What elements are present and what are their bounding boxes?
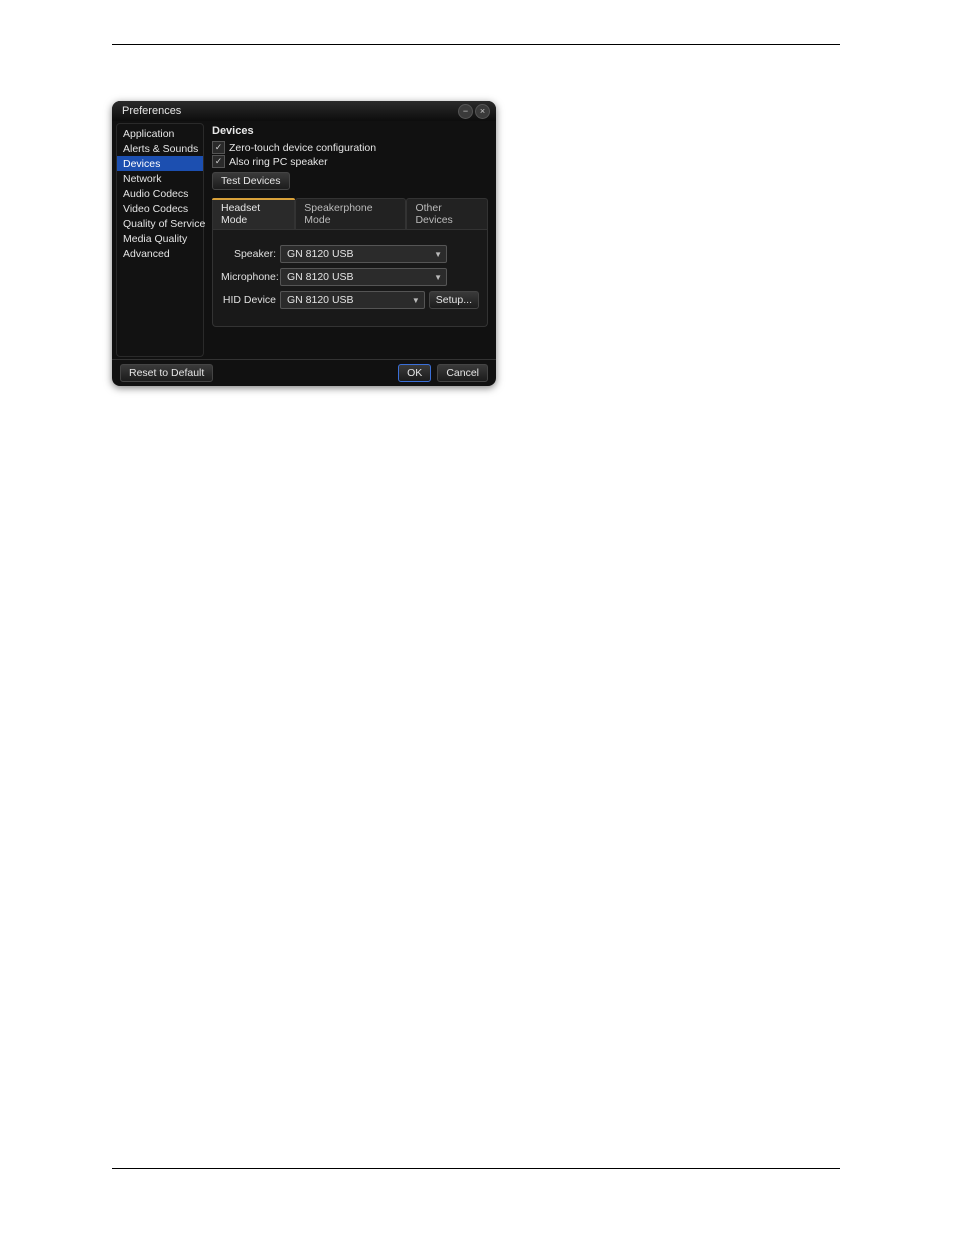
hid-label: HID Device (221, 294, 276, 306)
page-bottom-rule (112, 1168, 840, 1169)
sidebar-item-alerts-sounds[interactable]: Alerts & Sounds (117, 141, 203, 156)
microphone-dropdown[interactable]: GN 8120 USB ▼ (280, 268, 447, 286)
window-title: Preferences (122, 105, 181, 117)
hid-dropdown[interactable]: GN 8120 USB ▼ (280, 291, 425, 309)
sidebar-item-network[interactable]: Network (117, 171, 203, 186)
hid-value: GN 8120 USB (287, 294, 354, 306)
speaker-value: GN 8120 USB (287, 248, 354, 260)
chevron-down-icon: ▼ (434, 273, 442, 282)
panel-title: Devices (212, 125, 488, 137)
close-icon[interactable]: × (475, 104, 490, 119)
test-devices-button[interactable]: Test Devices (212, 172, 290, 190)
chevron-down-icon: ▼ (434, 250, 442, 259)
tab-speakerphone-mode[interactable]: Speakerphone Mode (295, 198, 406, 229)
tab-other-devices[interactable]: Other Devices (406, 198, 488, 229)
microphone-row: Microphone: GN 8120 USB ▼ (221, 268, 479, 286)
speaker-row: Speaker: GN 8120 USB ▼ (221, 245, 479, 263)
cancel-button[interactable]: Cancel (437, 364, 488, 382)
tab-headset-mode[interactable]: Headset Mode (212, 198, 295, 229)
sidebar-item-qos[interactable]: Quality of Service (117, 216, 203, 231)
ok-button[interactable]: OK (398, 364, 431, 382)
headset-mode-content: Speaker: GN 8120 USB ▼ Microphone: GN 81… (212, 230, 488, 327)
devices-panel: Devices ✓ Zero-touch device configuratio… (204, 121, 496, 359)
sidebar-item-advanced[interactable]: Advanced (117, 246, 203, 261)
sidebar-item-application[interactable]: Application (117, 126, 203, 141)
titlebar: Preferences − × (112, 101, 496, 121)
also-ring-checkbox[interactable]: ✓ (212, 155, 225, 168)
zero-touch-label: Zero-touch device configuration (229, 142, 376, 154)
device-mode-tabs: Headset Mode Speakerphone Mode Other Dev… (212, 198, 488, 230)
minimize-icon[interactable]: − (458, 104, 473, 119)
setup-button[interactable]: Setup... (429, 291, 479, 309)
sidebar-item-audio-codecs[interactable]: Audio Codecs (117, 186, 203, 201)
speaker-label: Speaker: (221, 248, 276, 260)
dialog-body: Application Alerts & Sounds Devices Netw… (112, 121, 496, 359)
microphone-value: GN 8120 USB (287, 271, 354, 283)
zero-touch-row: ✓ Zero-touch device configuration (212, 141, 488, 154)
sidebar-item-video-codecs[interactable]: Video Codecs (117, 201, 203, 216)
zero-touch-checkbox[interactable]: ✓ (212, 141, 225, 154)
microphone-label: Microphone: (221, 271, 276, 283)
sidebar: Application Alerts & Sounds Devices Netw… (116, 123, 204, 357)
sidebar-item-media-quality[interactable]: Media Quality (117, 231, 203, 246)
chevron-down-icon: ▼ (412, 296, 420, 305)
sidebar-item-devices[interactable]: Devices (117, 156, 203, 171)
also-ring-row: ✓ Also ring PC speaker (212, 155, 488, 168)
page-top-rule (112, 44, 840, 45)
reset-to-default-button[interactable]: Reset to Default (120, 364, 213, 382)
speaker-dropdown[interactable]: GN 8120 USB ▼ (280, 245, 447, 263)
titlebar-icons: − × (458, 104, 490, 119)
hid-row: HID Device GN 8120 USB ▼ Setup... (221, 291, 479, 309)
dialog-footer: Reset to Default OK Cancel (112, 359, 496, 385)
preferences-dialog: Preferences − × Application Alerts & Sou… (112, 101, 496, 386)
also-ring-label: Also ring PC speaker (229, 156, 328, 168)
